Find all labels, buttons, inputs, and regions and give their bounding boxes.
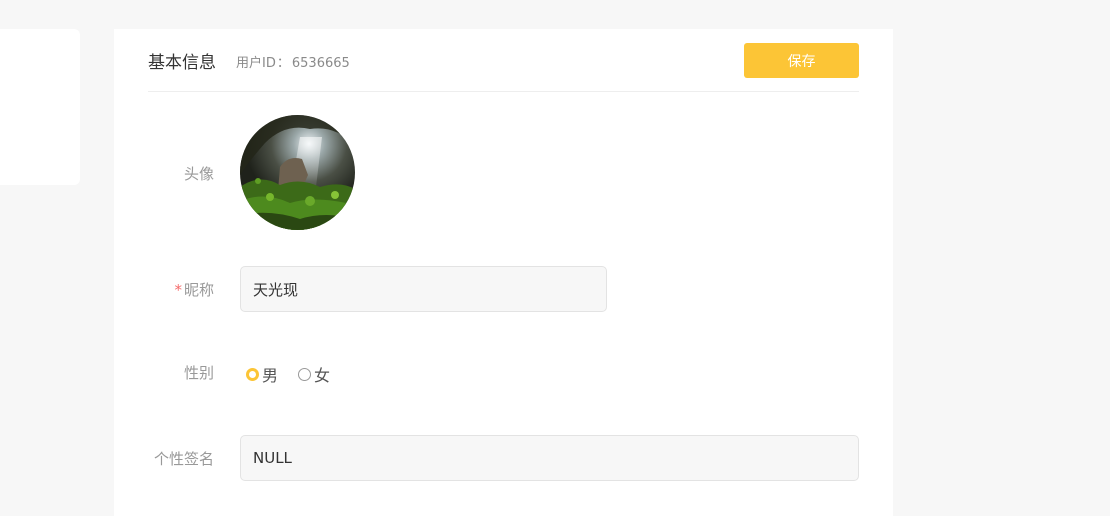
page-title: 基本信息 [148, 53, 216, 73]
avatar-label: 头像 [183, 165, 214, 183]
avatar-image [240, 115, 355, 230]
nickname-input[interactable] [240, 266, 607, 312]
radio-checked-icon [246, 367, 259, 381]
gender-label: 性别 [183, 364, 214, 382]
gender-radio-male[interactable]: 男 [246, 362, 278, 386]
gender-radio-female[interactable]: 女 [298, 362, 330, 386]
signature-input[interactable] [240, 435, 859, 481]
nickname-label: 昵称 [183, 281, 214, 299]
user-id-separator: ： [276, 56, 290, 71]
user-id-label: 用户ID [236, 56, 276, 71]
required-mark: * [174, 281, 182, 299]
avatar[interactable] [240, 115, 355, 230]
user-id: 用户ID： 6536665 [236, 52, 350, 71]
panel-header: 基本信息 用户ID： 6536665 保存 [148, 29, 859, 92]
user-id-value: 6536665 [291, 56, 350, 71]
gender-female-label: 女 [314, 366, 331, 385]
side-card [0, 29, 80, 185]
signature-label: 个性签名 [153, 450, 214, 468]
gender-radio-group: 男 女 [246, 363, 350, 385]
nickname-label-wrap: * 昵称 [114, 279, 214, 300]
gender-male-label: 男 [262, 366, 279, 385]
profile-panel: 基本信息 用户ID： 6536665 保存 头像 * 昵称 天光现 性别 男 女… [114, 29, 893, 516]
save-button[interactable]: 保存 [744, 43, 859, 78]
radio-unchecked-icon [298, 367, 312, 381]
